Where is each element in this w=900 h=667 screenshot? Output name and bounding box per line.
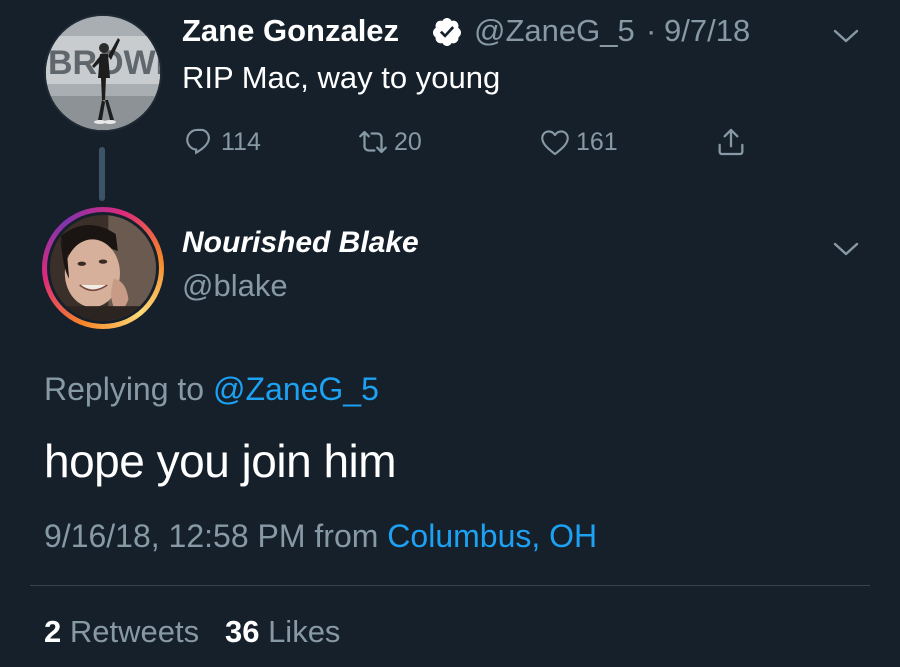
like-count: 161 <box>576 127 618 156</box>
avatar-photo: BROWNS <box>46 16 160 130</box>
reply-icon <box>186 128 210 155</box>
divider <box>30 585 870 586</box>
avatar-story-ring <box>47 212 159 324</box>
parent-tweet-date[interactable]: 9/7/18 <box>664 13 750 49</box>
replying-to-label: Replying to <box>44 371 205 407</box>
likes-count: 36 <box>224 614 260 649</box>
reply-button[interactable]: 114 <box>183 124 261 160</box>
likes-label: Likes <box>268 614 341 649</box>
reply-tweet-text: hope you join him <box>44 435 397 487</box>
retweets-count: 2 <box>44 614 62 649</box>
chevron-down-icon[interactable] <box>833 28 859 44</box>
like-icon <box>541 130 569 156</box>
verified-badge-icon <box>432 18 461 46</box>
retweet-button[interactable]: 20 <box>356 124 422 160</box>
reply-count: 114 <box>221 127 261 156</box>
chevron-down-icon[interactable] <box>833 241 859 257</box>
replying-to-mention[interactable]: @ZaneG_5 <box>213 371 379 407</box>
engagement-stats: 2 Retweets 36 Likes <box>44 614 340 650</box>
from-label: from <box>314 518 379 554</box>
tweet-location-link[interactable]: Columbus, OH <box>387 518 597 554</box>
retweets-label: Retweets <box>69 614 200 649</box>
tweet-timestamp[interactable]: 9/16/18, 12:58 PM <box>44 518 306 554</box>
parent-author-avatar[interactable]: BROWNS <box>44 14 162 132</box>
avatar-face-image <box>50 215 156 321</box>
meta-separator: · <box>646 13 657 48</box>
parent-author-name[interactable]: Zane Gonzalez <box>182 13 399 49</box>
like-button[interactable]: 161 <box>538 124 618 160</box>
retweets-stat[interactable]: 2 Retweets <box>44 614 199 649</box>
replying-to-line: Replying to @ZaneG_5 <box>44 371 379 408</box>
share-icon <box>718 128 744 156</box>
likes-stat[interactable]: 36 Likes <box>225 614 340 649</box>
avatar-photo <box>50 215 156 321</box>
retweet-icon <box>359 130 387 154</box>
parent-author-handle[interactable]: @ZaneG_5 <box>474 13 635 49</box>
reply-author-name[interactable]: Nourished Blake <box>182 226 419 260</box>
share-button[interactable] <box>714 124 748 160</box>
reply-author-handle[interactable]: @blake <box>182 268 288 304</box>
thread-connector-line <box>99 147 105 201</box>
parent-tweet-text: RIP Mac, way to young <box>182 60 501 95</box>
tweet-timestamp-line: 9/16/18, 12:58 PM from Columbus, OH <box>44 518 597 555</box>
reply-author-avatar[interactable] <box>42 207 164 329</box>
retweet-count: 20 <box>394 127 422 156</box>
